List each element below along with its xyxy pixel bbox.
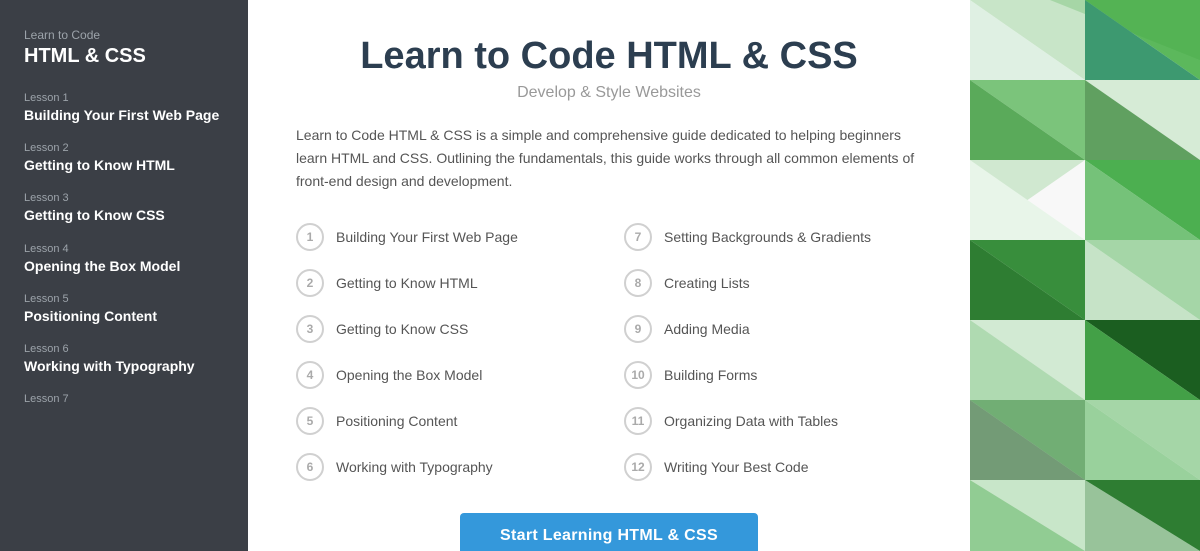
lesson-item: 11 Organizing Data with Tables <box>624 403 922 439</box>
lesson-number-circle: 9 <box>624 315 652 343</box>
sidebar-lesson-number: Lesson 7 <box>24 393 224 405</box>
sidebar-lesson-number: Lesson 3 <box>24 192 224 204</box>
lesson-item-label: Building Forms <box>664 367 757 383</box>
lesson-grid: 1 Building Your First Web Page 7 Setting… <box>296 219 922 485</box>
sidebar-lesson-number: Lesson 5 <box>24 293 224 305</box>
sidebar-lesson-title: Getting to Know CSS <box>24 206 224 224</box>
sidebar-lesson-number: Lesson 4 <box>24 243 224 255</box>
sidebar-lesson-title: Positioning Content <box>24 307 224 325</box>
lesson-number-circle: 12 <box>624 453 652 481</box>
lesson-number-circle: 4 <box>296 361 324 389</box>
page-title: Learn to Code HTML & CSS <box>296 36 922 78</box>
sidebar-lesson-number: Lesson 6 <box>24 343 224 355</box>
sidebar-lesson-title: Opening the Box Model <box>24 257 224 275</box>
lesson-item-label: Adding Media <box>664 321 750 337</box>
lesson-item: 9 Adding Media <box>624 311 922 347</box>
lesson-number-circle: 7 <box>624 223 652 251</box>
lesson-item-label: Organizing Data with Tables <box>664 413 838 429</box>
sidebar-lesson-3[interactable]: Lesson 3 Getting to Know CSS <box>24 192 224 224</box>
lesson-item: 5 Positioning Content <box>296 403 594 439</box>
lesson-item: 12 Writing Your Best Code <box>624 449 922 485</box>
sidebar-header-title: HTML & CSS <box>24 44 224 68</box>
sidebar-lesson-1[interactable]: Lesson 1 Building Your First Web Page <box>24 92 224 124</box>
lesson-item-label: Writing Your Best Code <box>664 459 809 475</box>
sidebar-lesson-4[interactable]: Lesson 4 Opening the Box Model <box>24 243 224 275</box>
sidebar-lesson-6[interactable]: Lesson 6 Working with Typography <box>24 343 224 375</box>
lesson-number-circle: 10 <box>624 361 652 389</box>
lesson-item: 3 Getting to Know CSS <box>296 311 594 347</box>
lesson-item-label: Setting Backgrounds & Gradients <box>664 229 871 245</box>
lesson-number-circle: 5 <box>296 407 324 435</box>
lesson-item-label: Working with Typography <box>336 459 493 475</box>
sidebar-lesson-7[interactable]: Lesson 7 <box>24 393 224 405</box>
main-content: Learn to Code HTML & CSS Develop & Style… <box>248 0 970 551</box>
lesson-item: 1 Building Your First Web Page <box>296 219 594 255</box>
lesson-item-label: Getting to Know CSS <box>336 321 468 337</box>
sidebar-lesson-5[interactable]: Lesson 5 Positioning Content <box>24 293 224 325</box>
sidebar-lesson-number: Lesson 1 <box>24 92 224 104</box>
lesson-item: 7 Setting Backgrounds & Gradients <box>624 219 922 255</box>
lesson-item-label: Getting to Know HTML <box>336 275 478 291</box>
lesson-item-label: Building Your First Web Page <box>336 229 518 245</box>
sidebar-lesson-title: Getting to Know HTML <box>24 156 224 174</box>
sidebar: Learn to Code HTML & CSS Lesson 1 Buildi… <box>0 0 248 551</box>
sidebar-lesson-number: Lesson 2 <box>24 142 224 154</box>
lesson-item: 6 Working with Typography <box>296 449 594 485</box>
lesson-number-circle: 2 <box>296 269 324 297</box>
sidebar-header-sub: Learn to Code <box>24 28 224 42</box>
lesson-item: 4 Opening the Box Model <box>296 357 594 393</box>
decorative-panel <box>970 0 1200 551</box>
sidebar-lesson-title: Working with Typography <box>24 357 224 375</box>
page-subtitle: Develop & Style Websites <box>296 84 922 102</box>
lesson-item: 10 Building Forms <box>624 357 922 393</box>
lesson-number-circle: 1 <box>296 223 324 251</box>
lesson-item: 2 Getting to Know HTML <box>296 265 594 301</box>
cta-button[interactable]: Start Learning HTML & CSS <box>460 513 758 551</box>
sidebar-lesson-title: Building Your First Web Page <box>24 106 224 124</box>
page-description: Learn to Code HTML & CSS is a simple and… <box>296 124 922 193</box>
sidebar-lesson-2[interactable]: Lesson 2 Getting to Know HTML <box>24 142 224 174</box>
lesson-number-circle: 8 <box>624 269 652 297</box>
cta-wrapper: Start Learning HTML & CSS 𝕋 𝒇 𝗴+ <box>296 513 922 551</box>
lesson-item-label: Opening the Box Model <box>336 367 482 383</box>
lesson-item-label: Positioning Content <box>336 413 457 429</box>
lesson-item: 8 Creating Lists <box>624 265 922 301</box>
lesson-item-label: Creating Lists <box>664 275 750 291</box>
lesson-number-circle: 6 <box>296 453 324 481</box>
lesson-number-circle: 11 <box>624 407 652 435</box>
lesson-number-circle: 3 <box>296 315 324 343</box>
